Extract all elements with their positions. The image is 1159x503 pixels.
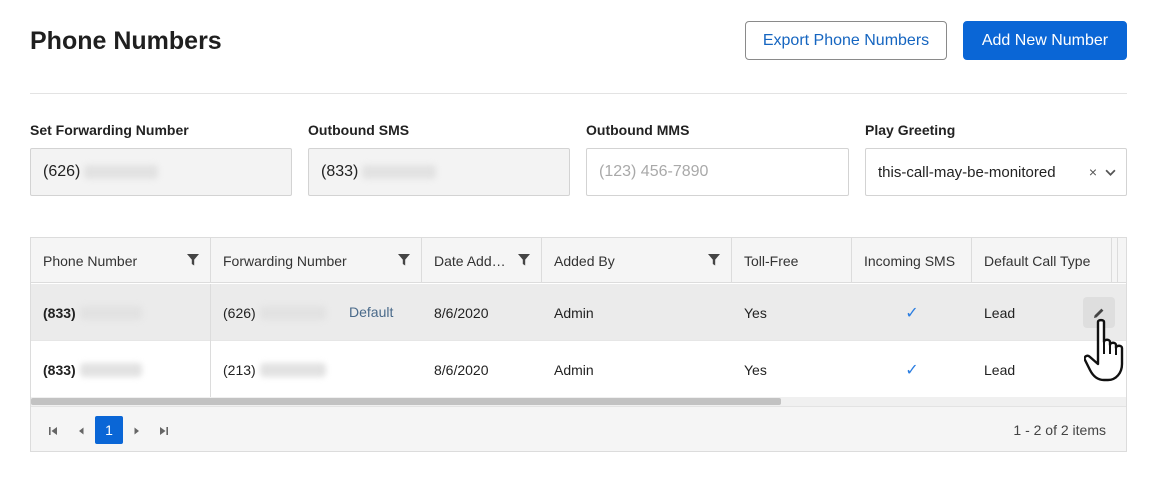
redacted-digits: [259, 362, 326, 377]
forwarding-field[interactable]: (626): [30, 148, 292, 196]
phone-number-cell: (833): [31, 341, 211, 398]
redacted-digits: [84, 165, 159, 179]
pager-info: 1 - 2 of 2 items: [1013, 422, 1106, 438]
outbound-mms-placeholder: (123) 456-7890: [599, 163, 709, 180]
outbound-mms-field[interactable]: (123) 456-7890: [586, 148, 849, 196]
filter-icon[interactable]: [397, 253, 411, 267]
forwarding-number-cell: (213): [211, 341, 422, 398]
toll-free-cell: Yes: [744, 361, 767, 378]
check-icon: ✓: [905, 304, 919, 322]
column-title: Date Add…: [434, 252, 506, 269]
forwarding-label: Set Forwarding Number: [30, 122, 189, 138]
column-title: Forwarding Number: [223, 252, 347, 269]
redacted-digits: [362, 165, 437, 179]
toll-free-cell: Yes: [744, 304, 767, 321]
redacted-digits: [79, 305, 142, 320]
outbound-sms-value: (833): [321, 163, 359, 180]
column-title: Default Call Type: [984, 252, 1091, 269]
redacted-digits: [259, 305, 326, 320]
chevron-down-icon[interactable]: [1105, 167, 1116, 178]
column-title: Phone Number: [43, 252, 138, 269]
phone-number-value: (833): [43, 304, 76, 321]
outbound-mms-label: Outbound MMS: [586, 122, 690, 138]
column-header-incoming-sms[interactable]: Incoming SMS: [852, 238, 972, 283]
column-title: Toll-Free: [744, 252, 799, 269]
scrollbar-thumb[interactable]: [31, 398, 781, 405]
column-header-toll-free[interactable]: Toll-Free: [732, 238, 852, 283]
pager: 1 1 - 2 of 2 items: [31, 406, 1126, 451]
column-header-date-added[interactable]: Date Add…: [422, 238, 542, 283]
added-by-cell: Admin: [554, 361, 594, 378]
clear-icon[interactable]: ×: [1089, 164, 1097, 180]
column-header-forwarding-number[interactable]: Forwarding Number: [211, 238, 422, 283]
export-phone-numbers-button[interactable]: Export Phone Numbers: [745, 21, 947, 60]
play-greeting-value: this-call-may-be-monitored: [878, 163, 1056, 181]
column-header-actions: [1112, 238, 1118, 283]
last-page-icon[interactable]: [158, 425, 170, 437]
date-added-cell: 8/6/2020: [434, 361, 489, 378]
table-row[interactable]: (833) (213) 8/6/2020 Admin Yes ✓ Lead: [31, 341, 1126, 398]
column-header-added-by[interactable]: Added By: [542, 238, 732, 283]
outbound-sms-field[interactable]: (833): [308, 148, 570, 196]
next-page-icon[interactable]: [131, 425, 143, 437]
add-new-number-button[interactable]: Add New Number: [963, 21, 1127, 60]
filter-icon[interactable]: [517, 253, 531, 267]
incoming-sms-cell: ✓: [852, 284, 972, 341]
forwarding-number-value: (213): [223, 361, 256, 378]
column-header-phone-number[interactable]: Phone Number: [31, 238, 211, 283]
play-greeting-select[interactable]: this-call-may-be-monitored ×: [865, 148, 1127, 196]
forwarding-value: (626): [43, 163, 81, 180]
incoming-sms-cell: ✓: [852, 341, 972, 398]
filter-icon[interactable]: [707, 253, 721, 267]
current-page-button[interactable]: 1: [95, 416, 123, 444]
hand-cursor-icon: [1084, 318, 1124, 382]
default-badge: Default: [349, 304, 394, 320]
phone-numbers-grid: Phone Number Forwarding Number Date Add……: [30, 237, 1127, 452]
page-title: Phone Numbers: [30, 27, 222, 55]
redacted-digits: [79, 362, 142, 377]
column-title: Added By: [554, 252, 615, 269]
grid-header: Phone Number Forwarding Number Date Add……: [31, 238, 1126, 283]
column-title: Incoming SMS: [864, 252, 956, 269]
first-page-icon[interactable]: [47, 425, 59, 437]
filter-icon[interactable]: [186, 253, 200, 267]
play-greeting-label: Play Greeting: [865, 122, 956, 138]
edit-icon: [1094, 308, 1104, 318]
check-icon: ✓: [905, 361, 919, 379]
horizontal-scrollbar[interactable]: [31, 397, 1126, 406]
prev-page-icon[interactable]: [75, 425, 87, 437]
forwarding-number-value: (626): [223, 304, 256, 321]
phone-number-value: (833): [43, 361, 76, 378]
added-by-cell: Admin: [554, 304, 594, 321]
phone-number-cell: (833): [31, 284, 211, 341]
column-header-default-call-type[interactable]: Default Call Type: [972, 238, 1112, 283]
header-divider: [30, 93, 1127, 94]
date-added-cell: 8/6/2020: [434, 304, 489, 321]
table-row[interactable]: (833) (626) Default 8/6/2020 Admin Yes ✓…: [31, 284, 1126, 341]
outbound-sms-label: Outbound SMS: [308, 122, 410, 138]
